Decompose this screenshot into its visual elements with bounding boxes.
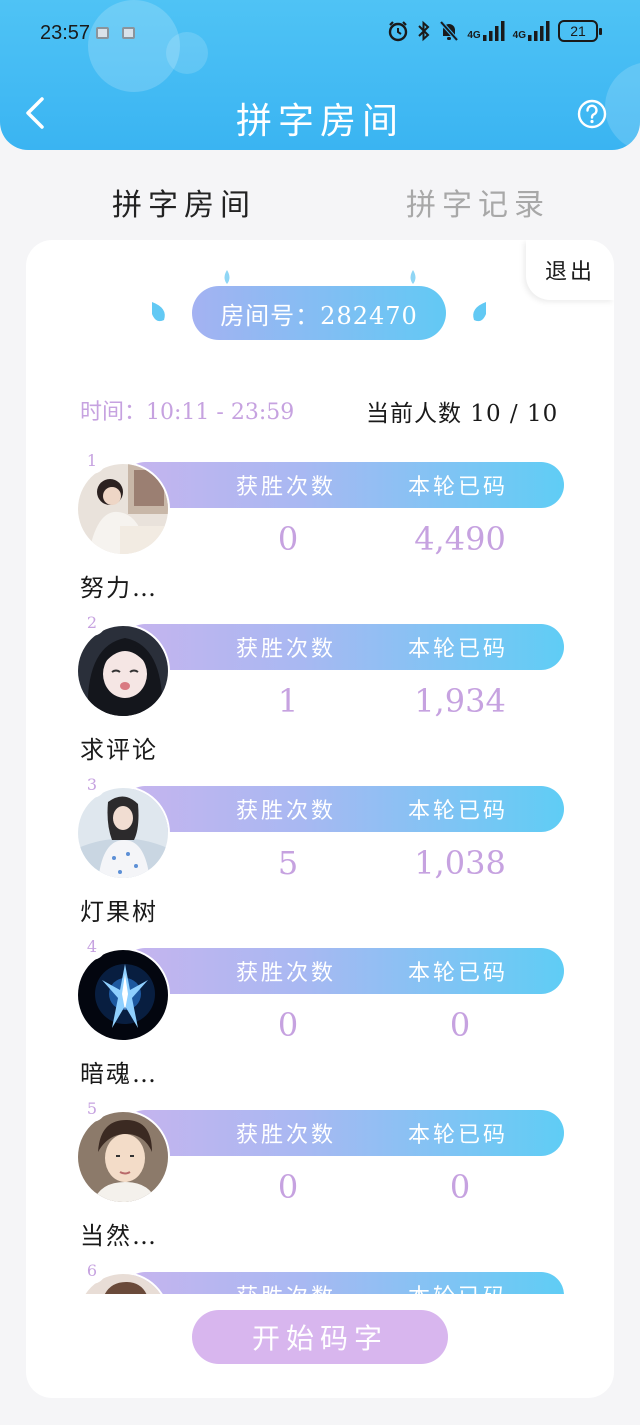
rank-badge: 2 bbox=[78, 608, 106, 636]
wins-label: 获胜次数 bbox=[236, 1123, 337, 1148]
notification-icon bbox=[122, 27, 135, 39]
tab-records[interactable]: 拼字记录 bbox=[406, 180, 550, 224]
words-count: 1,038 bbox=[414, 844, 506, 882]
exit-button[interactable]: 退出 bbox=[526, 240, 614, 300]
player-row: 获胜次数 本轮已码 1 0 4,490 努力… bbox=[26, 446, 614, 608]
player-name: 求评论 bbox=[80, 736, 158, 764]
avatar[interactable] bbox=[76, 948, 170, 1042]
avatar[interactable] bbox=[76, 1110, 170, 1204]
player-name: 当然… bbox=[80, 1222, 158, 1250]
rank-badge: 5 bbox=[78, 1094, 106, 1122]
signal-icon: 4G bbox=[513, 21, 550, 41]
words-label: 本轮已码 bbox=[408, 961, 509, 986]
wins-count: 0 bbox=[277, 1168, 299, 1206]
player-name: 暗魂… bbox=[80, 1060, 158, 1088]
app-header: 23:57 4G 4G 21 拼字房间 bbox=[0, 0, 640, 150]
wins-count: 0 bbox=[277, 1006, 299, 1044]
droplet-icon bbox=[152, 302, 165, 322]
words-label: 本轮已码 bbox=[408, 475, 509, 500]
avatar[interactable] bbox=[76, 462, 170, 556]
player-row: 获胜次数 本轮已码 4 0 0 暗魂… bbox=[26, 932, 614, 1094]
droplet-icon bbox=[473, 302, 486, 322]
player-count: 当前人数 10 / 10 bbox=[366, 401, 559, 427]
room-card: 退出 房间号：282470 时间：10:11 - 23:59 当前人数 10 /… bbox=[26, 240, 614, 1398]
words-label: 本轮已码 bbox=[408, 1279, 508, 1294]
player-list[interactable]: 获胜次数 本轮已码 1 0 4,490 努力… 获胜次数 本轮已码 2 1 1,… bbox=[26, 446, 614, 1294]
avatar[interactable] bbox=[76, 786, 170, 880]
words-label: 本轮已码 bbox=[408, 799, 509, 824]
start-typing-button[interactable]: 开始码字 bbox=[192, 1310, 448, 1364]
wins-label: 获胜次数 bbox=[236, 637, 337, 662]
wins-label: 获胜次数 bbox=[236, 1279, 336, 1294]
help-button[interactable] bbox=[577, 99, 607, 129]
room-number-badge: 房间号：282470 bbox=[192, 286, 446, 340]
notification-icon bbox=[96, 27, 109, 39]
signal-icon: 4G bbox=[467, 21, 505, 41]
wins-count: 0 bbox=[277, 520, 299, 558]
droplet-icon bbox=[410, 270, 416, 284]
rank-badge: 1 bbox=[78, 446, 106, 474]
wins-count: 1 bbox=[277, 682, 299, 720]
rank-badge: 6 bbox=[78, 1256, 106, 1284]
wins-count: 5 bbox=[277, 844, 299, 882]
room-time: 时间：10:11 - 23:59 bbox=[80, 400, 295, 425]
question-circle-icon bbox=[577, 99, 607, 129]
wins-label: 获胜次数 bbox=[236, 475, 337, 500]
words-count: 0 bbox=[449, 1006, 471, 1044]
words-label: 本轮已码 bbox=[408, 1123, 509, 1148]
rank-badge: 3 bbox=[78, 770, 106, 798]
wins-label: 获胜次数 bbox=[236, 799, 337, 824]
words-label: 本轮已码 bbox=[408, 637, 509, 662]
wins-label: 获胜次数 bbox=[236, 961, 337, 986]
player-name: 努力… bbox=[80, 574, 158, 602]
avatar[interactable] bbox=[76, 624, 170, 718]
player-row: 获胜次数 本轮已码 5 0 0 当然… bbox=[26, 1094, 614, 1256]
player-row: 获胜次数 本轮已码 6 bbox=[26, 1256, 614, 1294]
tab-room[interactable]: 拼字房间 bbox=[112, 180, 256, 224]
words-count: 4,490 bbox=[414, 520, 506, 558]
status-bar: 23:57 4G 4G 21 bbox=[0, 0, 640, 66]
droplet-icon bbox=[224, 270, 230, 284]
battery-icon: 21 bbox=[558, 20, 602, 42]
bluetooth-icon bbox=[418, 20, 430, 42]
status-time: 23:57 bbox=[40, 22, 91, 44]
page-title: 拼字房间 bbox=[235, 101, 404, 142]
rank-badge: 4 bbox=[78, 932, 106, 960]
player-row: 获胜次数 本轮已码 3 5 1,038 灯果树 bbox=[26, 770, 614, 932]
bell-off-icon bbox=[439, 20, 459, 42]
words-count: 0 bbox=[449, 1168, 471, 1206]
alarm-icon bbox=[389, 21, 408, 42]
player-name: 灯果树 bbox=[80, 898, 158, 926]
words-count: 1,934 bbox=[414, 682, 506, 720]
player-row: 获胜次数 本轮已码 2 1 1,934 求评论 bbox=[26, 608, 614, 770]
